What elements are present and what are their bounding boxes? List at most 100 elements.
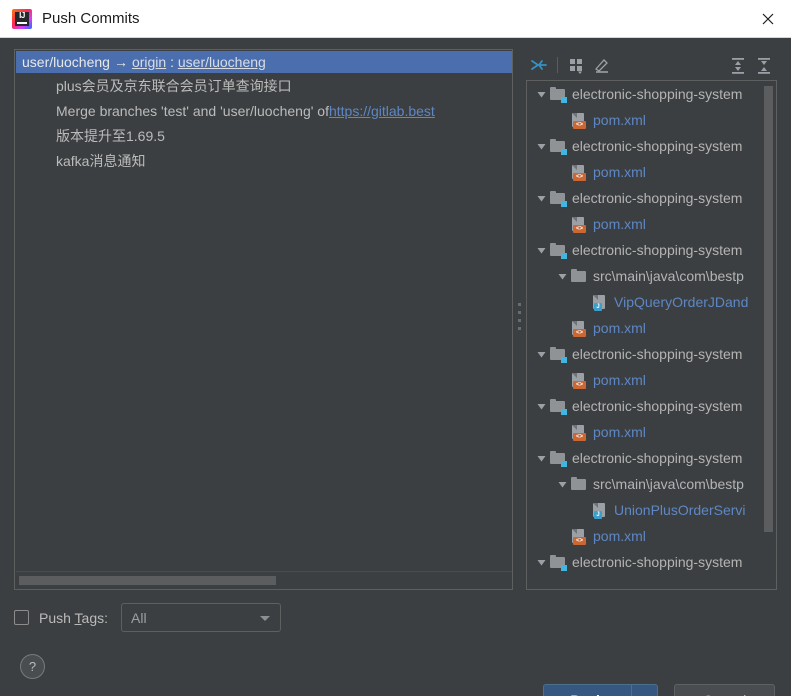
tree-toolbar [526, 49, 777, 80]
tree-row-label: VipQueryOrderJDand [614, 294, 749, 310]
tree-row[interactable]: <> pom.xml [527, 419, 776, 445]
tags-select-value: All [131, 609, 147, 626]
tree-row[interactable]: J VipQueryOrderJDand [527, 289, 776, 315]
tags-select[interactable]: All [121, 603, 282, 632]
tree-row[interactable]: electronic-shopping-system [527, 133, 776, 159]
scrollbar-thumb[interactable] [19, 576, 276, 585]
module-folder-icon [550, 138, 567, 155]
java-file-icon: J [592, 502, 609, 519]
tree-row-label: electronic-shopping-system [572, 242, 743, 258]
tree-row[interactable]: <> pom.xml [527, 367, 776, 393]
commit-list-horizontal-scrollbar[interactable] [16, 571, 512, 588]
intellij-idea-icon: IJ [12, 8, 32, 29]
panel-splitter[interactable] [514, 49, 526, 590]
chevron-down-icon[interactable] [532, 549, 550, 575]
push-tags-label-suffix: ags: [81, 609, 109, 626]
changed-files-panel: electronic-shopping-system <> pom.xml elect… [526, 49, 777, 590]
tree-row[interactable]: <> pom.xml [527, 211, 776, 237]
scrollbar-thumb[interactable] [764, 86, 773, 532]
tree-row-label: electronic-shopping-system [572, 398, 743, 414]
chevron-down-icon[interactable] [532, 81, 550, 107]
tree-vertical-scrollbar[interactable] [763, 82, 775, 588]
tree-rows-container: electronic-shopping-system <> pom.xml elect… [527, 81, 776, 589]
window-title: Push Commits [42, 10, 140, 27]
push-button-label: Push [570, 692, 604, 696]
collapse-changes-icon[interactable] [526, 52, 552, 78]
push-tags-checkbox[interactable] [14, 610, 29, 625]
xml-file-icon: <> [571, 424, 588, 441]
push-options-dropdown[interactable] [631, 684, 658, 696]
chevron-down-icon[interactable] [553, 263, 571, 289]
xml-file-icon: <> [571, 372, 588, 389]
tree-row[interactable]: <> pom.xml [527, 107, 776, 133]
splitter-grip-icon [518, 303, 522, 337]
tree-row[interactable]: electronic-shopping-system [527, 81, 776, 107]
chevron-down-icon[interactable] [553, 471, 571, 497]
close-icon[interactable] [745, 0, 791, 37]
chevron-down-icon[interactable] [532, 341, 550, 367]
tree-row[interactable]: J UnionPlusOrderServi [527, 497, 776, 523]
commit-item[interactable]: plus会员及京东联合会员订单查询接口 [16, 73, 512, 98]
push-tags-row: Push Tags: All [14, 603, 282, 632]
chevron-down-icon[interactable] [532, 185, 550, 211]
cancel-button[interactable]: Cancel [674, 684, 775, 696]
push-button[interactable]: Push [543, 684, 631, 696]
tree-row[interactable]: electronic-shopping-system [527, 237, 776, 263]
group-by-icon[interactable] [563, 52, 589, 78]
chevron-down-icon[interactable] [532, 133, 550, 159]
tree-row-label: src\main\java\com\bestp [593, 268, 744, 284]
repository-row[interactable]: user/luocheng → origin : user/luocheng [16, 51, 512, 73]
module-folder-icon [550, 450, 567, 467]
commit-list[interactable]: user/luocheng → origin : user/luocheng p… [16, 51, 512, 572]
push-tags-mnemonic: T [74, 609, 82, 626]
xml-file-icon: <> [571, 528, 588, 545]
collapse-all-icon[interactable] [751, 52, 777, 78]
tree-row[interactable]: <> pom.xml [527, 523, 776, 549]
tree-row[interactable]: src\main\java\com\bestp [527, 263, 776, 289]
chevron-down-icon [260, 616, 271, 621]
tree-row[interactable]: <> pom.xml [527, 315, 776, 341]
chevron-down-icon[interactable] [532, 237, 550, 263]
commit-message: plus会员及京东联合会员订单查询接口 [56, 77, 292, 94]
commit-message-link[interactable]: https://gitlab.best [329, 103, 435, 119]
title-bar: IJ Push Commits [0, 0, 791, 38]
commit-item[interactable]: Merge branches 'test' and 'user/luocheng… [16, 98, 512, 123]
tree-row-label: electronic-shopping-system [572, 190, 743, 206]
xml-file-icon: <> [571, 164, 588, 181]
edit-icon[interactable] [589, 52, 615, 78]
java-file-icon: J [592, 294, 609, 311]
expand-all-icon[interactable] [725, 52, 751, 78]
commit-message: 版本提升至1.69.5 [56, 127, 165, 144]
commit-item[interactable]: kafka消息通知 [16, 148, 512, 173]
commit-item[interactable]: 版本提升至1.69.5 [16, 123, 512, 148]
tree-row[interactable]: electronic-shopping-system [527, 341, 776, 367]
help-button[interactable]: ? [20, 654, 45, 679]
tree-row[interactable]: electronic-shopping-system [527, 549, 776, 575]
tree-row-label: electronic-shopping-system [572, 86, 743, 102]
tree-row-label: UnionPlusOrderServi [614, 502, 746, 518]
remote-name-link[interactable]: origin [132, 54, 166, 70]
remote-branch-link[interactable]: user/luocheng [178, 54, 266, 70]
tree-row-label: pom.xml [593, 320, 646, 336]
help-label: ? [28, 659, 37, 674]
chevron-down-icon[interactable] [532, 393, 550, 419]
tree-row-label: electronic-shopping-system [572, 450, 743, 466]
push-commits-dialog: IJ Push Commits user/luocheng → origin :… [0, 0, 791, 696]
xml-file-icon: <> [571, 320, 588, 337]
chevron-down-icon[interactable] [532, 445, 550, 471]
tree-row[interactable]: electronic-shopping-system [527, 185, 776, 211]
tree-row[interactable]: electronic-shopping-system [527, 393, 776, 419]
commit-message: Merge branches 'test' and 'user/luocheng… [56, 102, 329, 119]
tree-row-label: electronic-shopping-system [572, 138, 743, 154]
folder-icon [571, 268, 588, 285]
tree-row-label: pom.xml [593, 216, 646, 232]
changed-files-tree[interactable]: electronic-shopping-system <> pom.xml elect… [526, 80, 777, 590]
tree-row[interactable]: src\main\java\com\bestp [527, 471, 776, 497]
tree-row[interactable]: <> pom.xml [527, 159, 776, 185]
tree-row[interactable]: electronic-shopping-system [527, 445, 776, 471]
